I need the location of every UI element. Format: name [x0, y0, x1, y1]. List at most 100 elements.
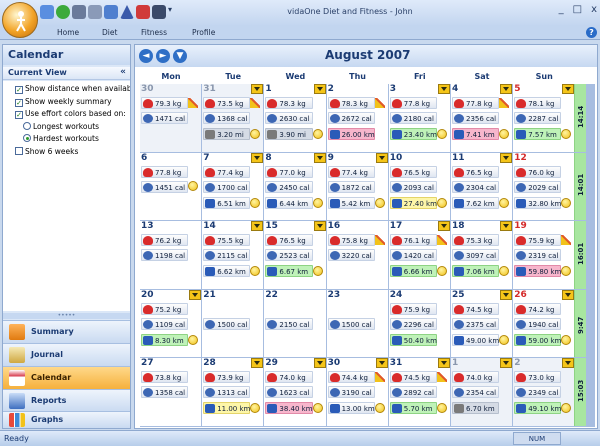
calorie-entry[interactable]: 1368 cal: [203, 112, 251, 124]
weight-entry[interactable]: 76.0 kg: [514, 165, 562, 178]
workout-entry[interactable]: 59.80 km: [514, 265, 562, 278]
day-cell[interactable]: 19 75.9 kg 2319 cal 59.80 km: [513, 221, 575, 289]
day-menu-icon[interactable]: [562, 358, 575, 369]
mood-smiley-icon[interactable]: [499, 266, 510, 277]
mood-smiley-icon[interactable]: [436, 266, 447, 277]
calorie-entry[interactable]: 3190 cal: [327, 386, 375, 399]
weight-entry[interactable]: 73.9 kg: [203, 371, 251, 384]
nav-summary[interactable]: Summary: [3, 320, 130, 343]
mood-smiley-icon[interactable]: [561, 129, 572, 139]
nav-graphs[interactable]: Graphs: [3, 411, 130, 428]
calorie-entry[interactable]: 1700 cal: [203, 180, 251, 193]
weight-entry[interactable]: 76.1 kg: [389, 234, 437, 247]
mood-smiley-icon[interactable]: [312, 197, 323, 208]
calorie-entry[interactable]: 1500 cal: [327, 317, 375, 330]
calorie-entry[interactable]: 2093 cal: [389, 180, 437, 193]
day-cell[interactable]: 27 73.8 kg 1358 cal: [140, 358, 202, 426]
workout-entry[interactable]: 13.00 km: [327, 402, 375, 415]
day-cell[interactable]: 1 78.3 kg 2630 cal 3.90 mi: [264, 84, 326, 152]
workout-entry[interactable]: 11.00 km: [203, 402, 251, 415]
month-dropdown-button[interactable]: ▼: [173, 49, 187, 63]
weight-entry[interactable]: 74.0 kg: [452, 371, 500, 384]
tab-profile[interactable]: Profile: [192, 28, 215, 37]
day-menu-icon[interactable]: [313, 84, 326, 94]
day-menu-icon[interactable]: [500, 152, 513, 163]
day-menu-icon[interactable]: [562, 289, 575, 300]
next-month-button[interactable]: ►: [156, 49, 170, 63]
day-cell[interactable]: 6 77.8 kg 1451 cal: [140, 152, 202, 221]
workout-entry[interactable]: 49.10 km: [514, 402, 562, 415]
calorie-entry[interactable]: 2630 cal: [265, 112, 313, 124]
workout-entry[interactable]: 26.00 km: [327, 128, 375, 140]
prev-month-button[interactable]: ◄: [139, 49, 153, 63]
day-cell[interactable]: 12 76.0 kg 2029 cal 32.80 km: [513, 152, 575, 221]
calorie-entry[interactable]: 2375 cal: [452, 317, 500, 330]
workout-entry[interactable]: 3.20 mi: [203, 128, 251, 140]
option-checkbox[interactable]: ✓ Use effort colors based on:: [15, 109, 126, 120]
workout-entry[interactable]: 7.62 km: [452, 196, 500, 209]
calorie-entry[interactable]: 1471 cal: [141, 112, 189, 124]
day-cell[interactable]: 2 78.3 kg 2672 cal 26.00 km: [326, 84, 388, 152]
user-icon[interactable]: [40, 5, 54, 19]
day-cell[interactable]: 24 75.9 kg 2296 cal 50.40 km: [388, 289, 450, 358]
day-cell[interactable]: 31 73.5 kg 1368 cal 3.20 mi: [202, 84, 264, 152]
workout-entry[interactable]: 27.40 km: [389, 196, 437, 209]
mood-smiley-icon[interactable]: [188, 180, 199, 191]
tools-icon[interactable]: [88, 5, 102, 19]
add-icon[interactable]: [56, 5, 70, 19]
workout-entry[interactable]: 6.67 km: [265, 265, 313, 278]
day-cell[interactable]: 28 73.9 kg 1313 cal 11.00 km: [202, 358, 264, 426]
mood-smiley-icon[interactable]: [499, 334, 510, 345]
day-menu-icon[interactable]: [251, 152, 264, 163]
weight-entry[interactable]: 78.3 kg: [327, 97, 375, 109]
weight-entry[interactable]: 75.2 kg: [141, 302, 189, 315]
note-pencil-icon[interactable]: [374, 235, 385, 246]
workout-entry[interactable]: 6.44 km: [265, 196, 313, 209]
option-radio[interactable]: Hardest workouts: [23, 134, 99, 145]
day-cell[interactable]: 22 2150 cal: [264, 289, 326, 358]
workout-entry[interactable]: 38.40 km: [265, 402, 313, 415]
weight-entry[interactable]: 77.4 kg: [327, 165, 375, 178]
calorie-entry[interactable]: 2029 cal: [514, 180, 562, 193]
checkbox-checked-icon[interactable]: ✓: [15, 111, 23, 119]
day-menu-icon[interactable]: [500, 358, 513, 369]
calorie-entry[interactable]: 2672 cal: [327, 112, 375, 124]
calorie-entry[interactable]: 1198 cal: [141, 249, 189, 262]
radio-unselected-icon[interactable]: [23, 121, 31, 130]
weight-entry[interactable]: 74.4 kg: [327, 371, 375, 384]
mood-smiley-icon[interactable]: [188, 334, 199, 345]
day-cell[interactable]: 14 75.5 kg 2115 cal 6.62 km: [202, 221, 264, 289]
day-cell[interactable]: 29 74.0 kg 1623 cal 38.40 km: [264, 358, 326, 426]
calorie-entry[interactable]: 2319 cal: [514, 249, 562, 262]
workout-entry[interactable]: 7.06 km: [452, 265, 500, 278]
nav-reports[interactable]: Reports: [3, 389, 130, 412]
weight-entry[interactable]: 74.2 kg: [514, 302, 562, 315]
current-view-header[interactable]: Current View «: [3, 67, 130, 80]
help-icon[interactable]: ?: [586, 27, 597, 38]
calorie-entry[interactable]: 1420 cal: [389, 249, 437, 262]
day-menu-icon[interactable]: [562, 84, 575, 94]
mood-smiley-icon[interactable]: [312, 266, 323, 277]
weight-entry[interactable]: 75.3 kg: [452, 234, 500, 247]
tab-diet[interactable]: Diet: [102, 28, 117, 37]
day-cell[interactable]: 9 77.4 kg 1872 cal 5.42 km: [326, 152, 388, 221]
calorie-entry[interactable]: 2296 cal: [389, 317, 437, 330]
calorie-entry[interactable]: 2450 cal: [265, 180, 313, 193]
mood-smiley-icon[interactable]: [312, 129, 323, 139]
checkbox-checked-icon[interactable]: ✓: [15, 98, 23, 107]
note-pencil-icon[interactable]: [250, 98, 261, 108]
mood-smiley-icon[interactable]: [561, 403, 572, 414]
weight-entry[interactable]: 74.5 kg: [452, 302, 500, 315]
workout-entry[interactable]: 6.70 km: [452, 402, 500, 415]
weight-entry[interactable]: 73.8 kg: [141, 371, 189, 384]
workout-entry[interactable]: 59.00 km: [514, 333, 562, 346]
weight-entry[interactable]: 75.9 kg: [389, 302, 437, 315]
workout-entry[interactable]: 6.51 km: [203, 196, 251, 209]
mood-smiley-icon[interactable]: [374, 197, 385, 208]
day-cell[interactable]: 2 73.0 kg 2349 cal 49.10 km: [513, 358, 575, 426]
weight-entry[interactable]: 76.5 kg: [452, 165, 500, 178]
scale-icon[interactable]: [120, 5, 134, 19]
person-icon[interactable]: [104, 5, 118, 19]
weight-entry[interactable]: 73.0 kg: [514, 371, 562, 384]
note-pencil-icon[interactable]: [499, 98, 510, 108]
